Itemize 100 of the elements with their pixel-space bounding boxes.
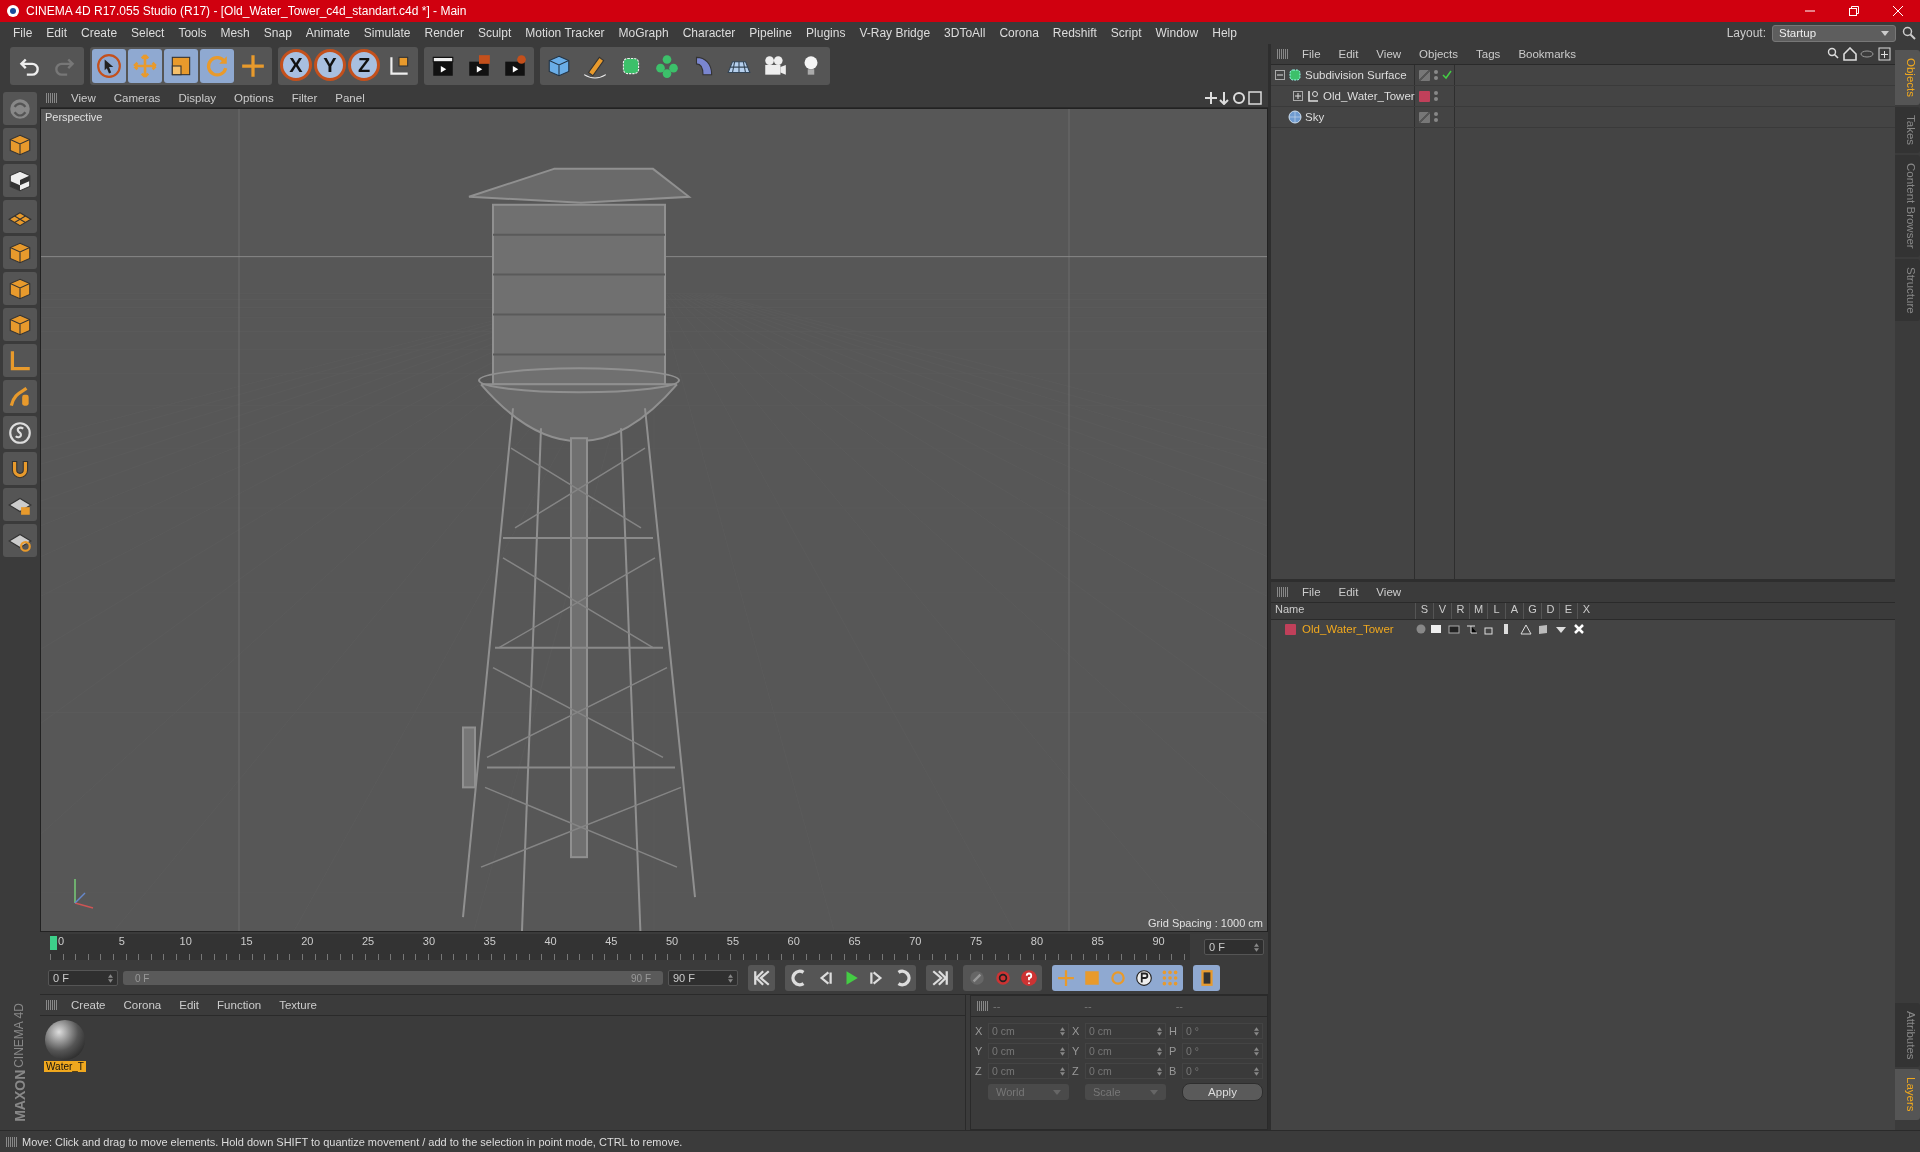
panel-grip-icon[interactable] (46, 92, 58, 103)
menu-item[interactable]: View (1367, 48, 1411, 60)
menu-item[interactable]: File (1293, 586, 1330, 598)
menu-item[interactable]: Objects (1410, 48, 1468, 60)
spinner-arrows-icon[interactable] (1157, 1046, 1162, 1056)
spinner-arrows-icon[interactable] (108, 973, 113, 983)
column-header[interactable]: X (1577, 603, 1595, 619)
side-tab[interactable]: Structure (1895, 258, 1920, 322)
menu-item[interactable]: Cameras (104, 91, 170, 104)
menu-item[interactable]: Create (62, 999, 115, 1011)
menu-item[interactable]: Filter (282, 91, 327, 104)
collapse-icon[interactable] (1275, 70, 1285, 80)
menu-item[interactable]: Character (675, 26, 743, 40)
menu-item[interactable]: Display (169, 91, 226, 104)
s-circle-icon[interactable] (7, 419, 33, 446)
menu-item[interactable]: 3DToAll (937, 26, 993, 40)
axis-lock-button[interactable]: X (280, 49, 312, 81)
menu-item[interactable]: Bookmarks (1509, 48, 1585, 60)
menu-item[interactable]: Animate (298, 26, 357, 40)
layer-name[interactable]: Old_Water_Tower (1302, 623, 1394, 635)
column-header[interactable]: L (1487, 603, 1505, 619)
panel-grip-icon[interactable] (1277, 49, 1289, 59)
side-tab[interactable]: Attributes (1895, 1002, 1920, 1068)
menu-item[interactable]: Motion Tracker (518, 26, 612, 40)
spinner-arrows-icon[interactable] (1254, 1046, 1259, 1056)
start-frame-field[interactable]: 0 F (48, 970, 118, 986)
menu-item[interactable]: MoGraph (611, 26, 676, 40)
menu-item[interactable]: Corona (992, 26, 1046, 40)
spinner-arrows-icon[interactable] (1254, 942, 1259, 952)
column-header[interactable]: Name (1271, 603, 1415, 619)
menu-item[interactable]: Select (124, 26, 172, 40)
spinner-arrows-icon[interactable] (1254, 1026, 1259, 1036)
no-layer-swatch[interactable] (1419, 69, 1430, 81)
menu-item[interactable]: Sculpt (470, 26, 519, 40)
menu-item[interactable]: Pipeline (742, 26, 800, 40)
object-name[interactable]: Subdivision Surface (1305, 69, 1407, 81)
menu-item[interactable]: File (1293, 48, 1330, 60)
visibility-dots-icon[interactable] (1434, 91, 1438, 101)
menu-item[interactable]: Texture (270, 999, 326, 1011)
timeline-ruler[interactable]: 0 5 10 15 20 25 30 35 40 45 50 55 60 65 70 75 80 85 90 (50, 934, 1190, 960)
spinner-arrows-icon[interactable] (1060, 1046, 1065, 1056)
visibility-dots-icon[interactable] (1434, 70, 1438, 80)
column-header[interactable]: D (1541, 603, 1559, 619)
side-tab[interactable]: Layers (1895, 1069, 1920, 1120)
view-navigation-icon[interactable] (1204, 90, 1264, 105)
check-icon[interactable] (1442, 70, 1452, 80)
menu-item[interactable]: View (62, 91, 105, 104)
object-name[interactable]: Sky (1305, 111, 1325, 123)
menu-item[interactable]: Render (417, 26, 471, 40)
menu-item[interactable]: Snap (256, 26, 299, 40)
layout-dropdown[interactable]: Startup (1772, 24, 1896, 42)
column-header[interactable]: S (1415, 603, 1433, 619)
column-header[interactable]: E (1559, 603, 1577, 619)
spinner-arrows-icon[interactable] (728, 973, 733, 983)
selection-button[interactable] (92, 49, 126, 83)
column-header[interactable]: G (1523, 603, 1541, 619)
menu-item[interactable]: Corona (114, 999, 171, 1011)
menu-item[interactable]: Edit (1329, 586, 1368, 598)
apply-button[interactable]: Apply (1182, 1083, 1263, 1101)
manager-tools-icon[interactable] (1827, 47, 1891, 61)
side-tab[interactable]: Objects (1895, 50, 1920, 105)
panel-grip-icon[interactable] (1277, 587, 1289, 597)
panel-grip-icon[interactable] (977, 1001, 989, 1011)
menu-item[interactable]: Window (1148, 26, 1206, 40)
panel-grip-icon[interactable] (6, 1136, 18, 1147)
menu-item[interactable]: Simulate (356, 26, 418, 40)
menu-item[interactable]: Edit (170, 999, 209, 1011)
3d-viewport[interactable]: Perspective Grid Spacing : 1000 cm (40, 108, 1268, 932)
menu-item[interactable]: Edit (1329, 48, 1368, 60)
no-layer-swatch[interactable] (1419, 111, 1430, 123)
material-name[interactable]: Water_T (44, 1061, 86, 1072)
menu-item[interactable]: View (1367, 586, 1411, 598)
axis-lock-button[interactable]: Y (314, 49, 346, 81)
layer-color-swatch[interactable] (1285, 623, 1296, 635)
object-name[interactable]: Old_Water_Tower (1323, 90, 1415, 102)
visibility-dots-icon[interactable] (1434, 112, 1438, 122)
menu-item[interactable]: Create (74, 26, 125, 40)
side-tab[interactable]: Content Browser (1895, 155, 1920, 257)
spinner-arrows-icon[interactable] (1254, 1066, 1259, 1076)
menu-item[interactable]: Tools (171, 26, 214, 40)
column-header[interactable]: R (1451, 603, 1469, 619)
side-tab[interactable]: Takes (1895, 107, 1920, 154)
menu-item[interactable]: Mesh (213, 26, 257, 40)
menu-item[interactable]: Options (225, 91, 283, 104)
menu-item[interactable]: Help (1205, 26, 1244, 40)
column-header[interactable]: V (1433, 603, 1451, 619)
current-frame-field[interactable]: 0 F (1204, 939, 1264, 955)
spinner-arrows-icon[interactable] (1060, 1066, 1065, 1076)
scale-button[interactable] (164, 49, 198, 83)
column-header[interactable]: A (1505, 603, 1523, 619)
menu-item[interactable]: V-Ray Bridge (852, 26, 938, 40)
menu-item[interactable]: Script (1103, 26, 1149, 40)
menu-item[interactable]: File (6, 26, 40, 40)
menu-item[interactable]: Plugins (799, 26, 853, 40)
expand-icon[interactable] (1293, 91, 1303, 101)
spinner-arrows-icon[interactable] (1157, 1026, 1162, 1036)
layer-swatch[interactable] (1419, 90, 1430, 102)
menu-item[interactable]: Redshift (1045, 26, 1104, 40)
model-mode-button[interactable] (3, 92, 37, 125)
menu-item[interactable]: Tags (1467, 48, 1510, 60)
